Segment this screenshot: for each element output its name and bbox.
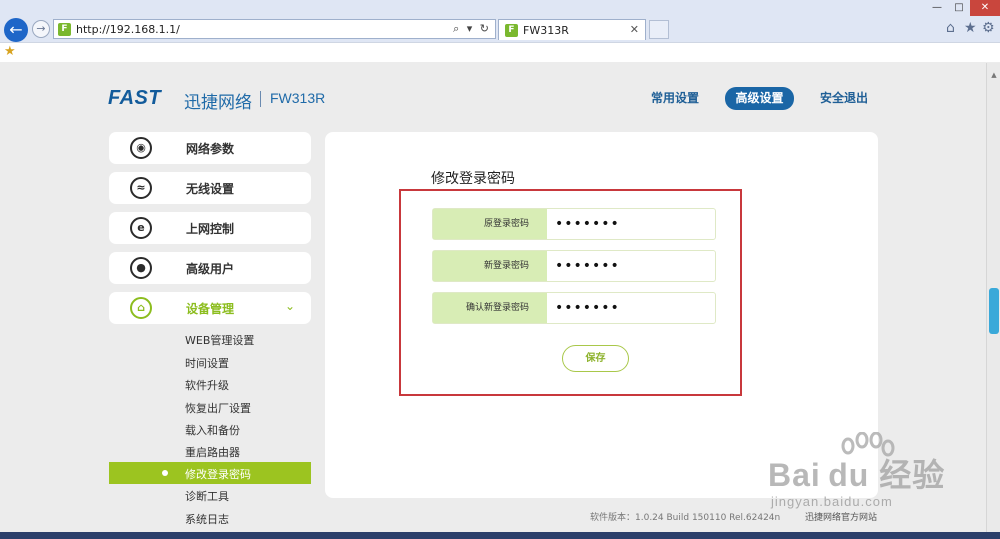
watermark-text: Bai du 经验	[768, 457, 946, 493]
sidebar-item-label: 网络参数	[186, 142, 235, 156]
os-taskbar	[0, 532, 1000, 539]
site-favicon-icon: F	[58, 23, 71, 36]
address-tools[interactable]: ⌕ ▾ ↻	[453, 22, 491, 36]
router-icon: ⌂	[130, 297, 152, 319]
submenu-label: 修改登录密码	[185, 468, 251, 481]
submenu-time-settings[interactable]: 时间设置	[109, 351, 311, 373]
save-button[interactable]: 保存	[562, 345, 629, 372]
submenu-label: 载入和备份	[185, 424, 240, 437]
sidebar-item-network[interactable]: ◉ 网络参数	[109, 132, 311, 164]
user-icon: ●	[130, 257, 152, 279]
scroll-up-icon[interactable]: ▲	[987, 69, 1000, 81]
address-bar[interactable]: F http://192.168.1.1/ ⌕ ▾ ↻	[53, 19, 496, 39]
confirm-password-field: 确认新登录密码	[432, 292, 716, 324]
tab-title[interactable]: FW313R	[523, 24, 569, 37]
new-password-label: 新登录密码	[433, 251, 547, 281]
sidebar-item-wireless[interactable]: ≈ 无线设置	[109, 172, 311, 204]
sidebar-item-device-management[interactable]: ⌂ 设备管理 ⌄	[109, 292, 311, 324]
old-password-input[interactable]	[555, 213, 705, 235]
sidebar-item-label: 设备管理	[186, 302, 235, 316]
back-button[interactable]: ←	[4, 18, 28, 42]
submenu-label: 恢复出厂设置	[185, 402, 251, 415]
confirm-password-label: 确认新登录密码	[433, 293, 547, 323]
favorites-star-icon[interactable]: ★	[964, 20, 977, 36]
brand-logo: FAST	[108, 87, 162, 109]
submenu-label: WEB管理设置	[185, 334, 255, 347]
chevron-down-icon: ⌄	[284, 299, 295, 313]
window-close-icon[interactable]: ✕	[970, 0, 1000, 16]
new-tab-button[interactable]	[649, 20, 669, 39]
active-dot-icon	[162, 470, 168, 476]
firmware-version: 软件版本：1.0.24 Build 150110 Rel.62424n	[590, 513, 781, 523]
confirm-password-input[interactable]	[555, 297, 705, 319]
settings-gear-icon[interactable]: ⚙	[982, 20, 995, 36]
favorites-bar: ★	[0, 42, 1000, 62]
submenu-web-management[interactable]: WEB管理设置	[109, 328, 311, 350]
brand-chinese-name: 迅捷网络	[184, 93, 252, 113]
submenu-backup-restore[interactable]: 载入和备份	[109, 418, 311, 440]
address-url[interactable]: http://192.168.1.1/	[76, 23, 180, 36]
nav-advanced-settings[interactable]: 高级设置	[725, 87, 794, 110]
browser-tab[interactable]: F FW313R ✕	[498, 19, 646, 40]
tab-favicon-icon: F	[505, 24, 518, 37]
new-password-field: 新登录密码	[432, 250, 716, 282]
old-password-field: 原登录密码	[432, 208, 716, 240]
submenu-software-upgrade[interactable]: 软件升级	[109, 373, 311, 395]
sidebar-item-advanced-user[interactable]: ● 高级用户	[109, 252, 311, 284]
sidebar-item-internet-control[interactable]: e 上网控制	[109, 212, 311, 244]
submenu-factory-reset[interactable]: 恢复出厂设置	[109, 396, 311, 418]
minimize-icon[interactable]: —	[926, 0, 948, 16]
submenu-reboot-router[interactable]: 重启路由器	[109, 440, 311, 462]
scroll-thumb[interactable]	[989, 288, 999, 334]
internet-e-icon: e	[130, 217, 152, 239]
submenu-system-log[interactable]: 系统日志	[109, 507, 311, 529]
new-password-input[interactable]	[555, 255, 705, 277]
home-icon[interactable]: ⌂	[946, 20, 955, 36]
sidebar-item-label: 无线设置	[186, 182, 235, 196]
page-title: 修改登录密码	[431, 171, 515, 187]
logo-divider	[260, 91, 261, 107]
submenu-label: 系统日志	[185, 513, 229, 526]
sidebar-item-label: 上网控制	[186, 222, 235, 236]
maximize-icon[interactable]: □	[948, 0, 970, 16]
nav-common-settings[interactable]: 常用设置	[645, 87, 705, 110]
old-password-label: 原登录密码	[433, 209, 547, 239]
sidebar-item-label: 高级用户	[186, 262, 235, 276]
browser-chrome: ← → F http://192.168.1.1/ ⌕ ▾ ↻ F FW313R…	[0, 0, 1000, 62]
watermark-subtext: jingyan.baidu.com	[771, 494, 893, 509]
forward-button[interactable]: →	[32, 20, 50, 38]
submenu-label: 重启路由器	[185, 446, 240, 459]
nav-logout[interactable]: 安全退出	[815, 87, 873, 110]
vertical-scrollbar[interactable]: ▲	[986, 63, 1000, 539]
submenu-diagnostic-tools[interactable]: 诊断工具	[109, 484, 311, 506]
tab-close-icon[interactable]: ✕	[630, 23, 639, 36]
add-favorite-icon[interactable]: ★	[4, 44, 16, 59]
official-site-link[interactable]: 迅捷网络官方网站	[805, 510, 877, 523]
submenu-label: 时间设置	[185, 357, 229, 370]
router-model: FW313R	[270, 90, 326, 106]
wifi-icon: ≈	[130, 177, 152, 199]
submenu-label: 诊断工具	[185, 490, 229, 503]
submenu-change-password[interactable]: 修改登录密码	[109, 462, 311, 484]
globe-icon: ◉	[130, 137, 152, 159]
submenu-label: 软件升级	[185, 379, 229, 392]
